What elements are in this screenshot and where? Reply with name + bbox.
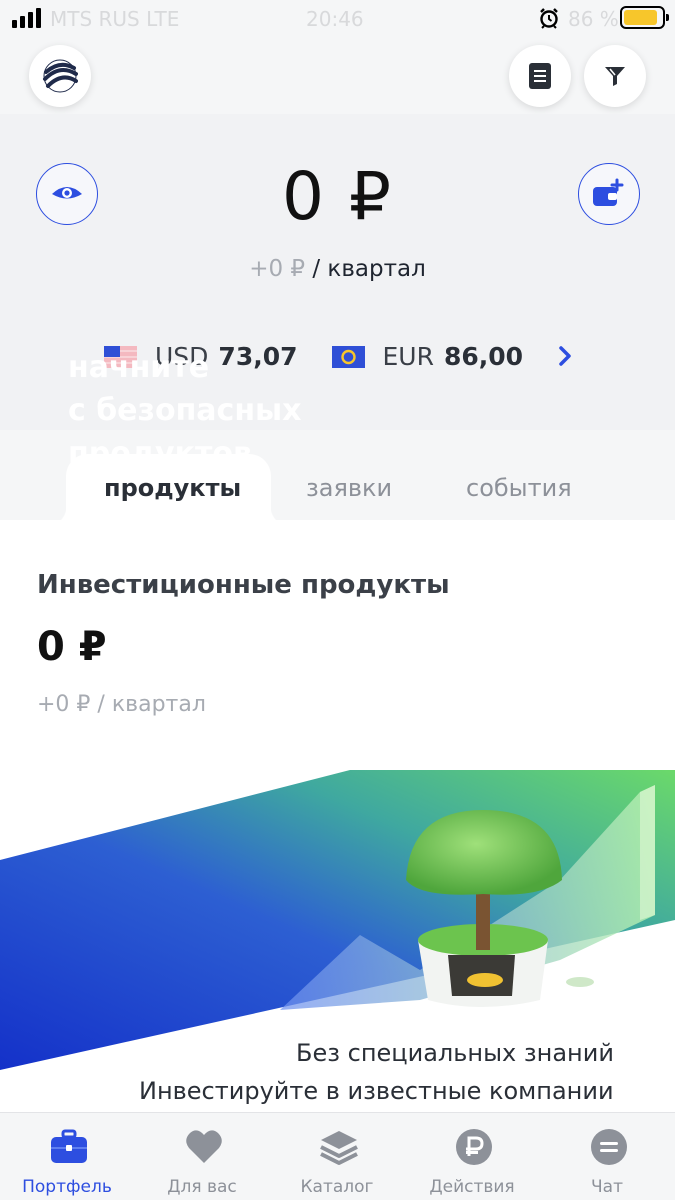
tabbar-chat[interactable]: Чат [547, 1113, 667, 1200]
banner-headline-line-3: продуктов [68, 436, 252, 471]
wallet-add-icon [593, 178, 624, 206]
banner-headline-line-1: начните [68, 350, 210, 385]
add-funds-button[interactable] [578, 163, 640, 225]
heart-icon [186, 1130, 222, 1163]
top-nav [0, 36, 675, 114]
status-bar: MTS RUS LTE 20:46 86 % [0, 0, 675, 36]
alarm-icon [540, 8, 558, 29]
tab-events[interactable]: события [466, 474, 572, 502]
documents-button[interactable] [509, 45, 571, 107]
quarter-change-label: / квартал [312, 256, 426, 282]
quarter-change: +0 ₽ / квартал [0, 256, 675, 282]
status-time: 20:46 [306, 7, 364, 31]
tabbar-chat-label: Чат [591, 1177, 623, 1197]
products-amount: 0 ₽ [37, 624, 107, 670]
battery-icon [620, 6, 669, 29]
carrier-label: MTS RUS LTE [50, 7, 180, 31]
filter-button[interactable] [584, 45, 646, 107]
tabbar-catalog-label: Каталог [300, 1177, 374, 1197]
globe-logo-icon [43, 59, 78, 93]
banner-headline-line-2: с безопасных [68, 393, 302, 428]
banner-line-1: Без специальных знаний [296, 1039, 614, 1067]
logo-button[interactable] [29, 45, 91, 107]
chevron-right-icon[interactable] [556, 344, 574, 368]
bottom-tab-bar: Портфель Для вас Каталог Действия Чат [0, 1112, 675, 1200]
tabbar-for-you-label: Для вас [167, 1177, 237, 1197]
banner-headline: начните с безопасных продуктов [68, 346, 368, 475]
tabbar-actions[interactable]: Действия [412, 1113, 532, 1200]
layers-icon [320, 1131, 358, 1165]
battery-percent: 86 % [568, 7, 619, 31]
eur-code: EUR [382, 342, 434, 371]
signal-icon [12, 8, 41, 28]
products-quarter-change: +0 ₽ / квартал [37, 692, 206, 717]
promo-banner[interactable] [0, 770, 675, 1070]
tabbar-for-you[interactable]: Для вас [142, 1113, 262, 1200]
tab-products[interactable]: продукты [104, 474, 241, 502]
filter-icon [605, 67, 625, 86]
products-title: Инвестиционные продукты [37, 570, 450, 600]
products-quarter-value: +0 ₽ [37, 692, 91, 717]
quarter-change-value: +0 ₽ [249, 256, 306, 282]
tabbar-actions-label: Действия [429, 1177, 515, 1197]
tabbar-portfolio[interactable]: Портфель [7, 1113, 127, 1200]
eur-rate: 86,00 [443, 342, 524, 371]
total-balance: 0 ₽ [282, 158, 393, 235]
briefcase-icon [51, 1129, 87, 1163]
tabbar-portfolio-label: Портфель [22, 1177, 112, 1197]
products-quarter-label: / квартал [97, 692, 206, 717]
ruble-icon [456, 1129, 492, 1165]
document-icon [529, 63, 551, 89]
banner-line-2: Инвестируйте в известные компании [139, 1077, 614, 1105]
tab-applications[interactable]: заявки [306, 474, 392, 502]
chat-icon [591, 1129, 627, 1165]
tabbar-catalog[interactable]: Каталог [277, 1113, 397, 1200]
